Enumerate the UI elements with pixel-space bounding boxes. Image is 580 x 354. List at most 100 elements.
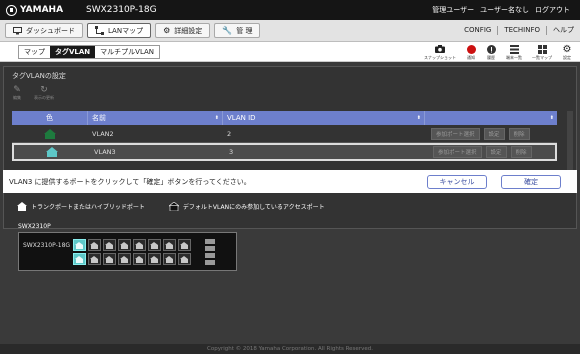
vlan-color-icon [44,128,56,139]
port-legend: トランクポートまたはハイブリッドポート デフォルトVLANにのみ参加しているアク… [17,202,325,211]
list-icon [509,44,519,54]
terminal-list-button[interactable]: 端末一覧 [506,44,522,61]
select-ports-button[interactable]: 参加ポート選択 [433,146,482,158]
user-links: 管理ユーザー ユーザー名なし ログアウト [432,5,580,15]
instruction-bar: VLAN3 に提供するポートをクリックして「確定」ボタンを行ってください。 キャ… [3,170,577,193]
column-actions: ⬍ [425,111,557,125]
legend-trunk-label: トランクポートまたはハイブリッドポート [31,204,145,211]
refresh-button[interactable]: ↻ 表示の更新 [34,85,54,101]
sfp-port-19[interactable] [205,253,215,258]
port-1[interactable] [73,239,86,251]
switch-model-label: SWX2310P [18,223,51,230]
vlan-table-header: 色 名前 ⬍ VLAN ID ⬍ ⬍ [12,111,557,125]
instruction-text: VLAN3 に提供するポートをクリックして「確定」ボタンを行ってください。 [9,177,251,186]
sort-icon: ⬍ [549,115,554,121]
cancel-button[interactable]: キャンセル [427,174,487,189]
settings-button[interactable]: ⚙ 設定 [562,44,572,61]
table-row[interactable]: VLAN2 2 参加ポート選択 設定 削除 [12,125,557,143]
trunk-port-icon [17,202,27,211]
column-color[interactable]: 色 [12,111,88,125]
port-4[interactable] [88,253,101,265]
port-10[interactable] [133,253,146,265]
column-vlan-id[interactable]: VLAN ID ⬍ [223,111,425,125]
refresh-icon: ↻ [40,85,48,95]
confirm-button[interactable]: 確定 [501,174,561,189]
vlan-settings-button[interactable]: 設定 [483,127,505,140]
port-11[interactable] [148,239,161,251]
notification-button[interactable]: 通知 [466,44,476,61]
subtab-tagvlan[interactable]: タグVLAN [50,45,96,58]
port-7[interactable] [118,239,131,251]
sort-icon: ⬍ [416,115,421,121]
access-port-icon [168,202,179,211]
logout-link[interactable]: ログアウト [535,5,570,15]
lanmap-subtabs: マップ タグVLAN マルチプルVLAN [18,44,161,59]
port-grid [73,239,192,266]
vlan-name: VLAN3 [94,148,116,156]
snapshot-button[interactable]: スナップショット [424,44,456,61]
port-9[interactable] [133,239,146,251]
column-name[interactable]: 名前 ⬍ [88,111,223,125]
info-icon [486,44,496,54]
switch-faceplate: SWX2310P-18G [18,232,237,271]
grid-icon [537,44,547,54]
edit-button[interactable]: ✎ 編集 [12,85,22,101]
port-5[interactable] [103,239,116,251]
yamaha-logo: YAMAHA [0,4,72,16]
vlan-delete-button[interactable]: 削除 [510,146,532,158]
config-link[interactable]: CONFIG [458,26,497,35]
switch-name: SWX2310P-18G [23,242,71,249]
table-row[interactable]: VLAN3 3 参加ポート選択 設定 削除 [12,143,557,161]
port-14[interactable] [163,253,176,265]
sfp-ports [205,239,217,266]
content-area: タグVLANの設定 ✎ 編集 ↻ 表示の更新 色 名前 ⬍ VLAN ID ⬍ ⬍ [3,62,577,344]
monitor-icon [13,26,22,34]
port-2[interactable] [73,253,86,265]
sfp-port-17[interactable] [205,239,215,244]
port-13[interactable] [163,239,176,251]
edit-icon: ✎ [13,85,21,95]
subtab-map[interactable]: マップ [19,45,50,58]
device-model: SWX2310P-18G [86,5,157,15]
vlan-delete-button[interactable]: 削除 [508,127,530,140]
help-link[interactable]: ヘルプ [546,26,580,35]
panel-tools: ✎ 編集 ↻ 表示の更新 [12,85,54,101]
wrench-icon: 🔧 [222,26,233,35]
subtab-multiple-vlan[interactable]: マルチプルVLAN [95,45,160,58]
legend-access-label: デフォルトVLANにのみ参加しているアクセスポート [182,204,325,211]
sfp-port-20[interactable] [205,260,215,265]
techinfo-link[interactable]: TECHINFO [497,26,546,35]
tab-lanmap[interactable]: LANマップ [87,23,152,38]
panel-title: タグVLANの設定 [12,72,66,80]
tab-advanced-settings[interactable]: ⚙ 詳細設定 [155,23,211,38]
copyright-footer: Copyright © 2018 Yamaha Corporation. All… [0,344,580,354]
port-16[interactable] [178,253,191,265]
port-12[interactable] [148,253,161,265]
lanmap-icon [95,26,104,35]
alert-icon [466,44,476,54]
admin-user-link[interactable]: 管理ユーザー [432,5,474,15]
gear-icon: ⚙ [562,43,572,55]
port-3[interactable] [88,239,101,251]
sub-toolbar: マップ タグVLAN マルチプルVLAN スナップショット 通知 履歴 端末一覧… [0,42,580,62]
username-label: ユーザー名なし [480,6,529,14]
yamaha-emblem-icon [6,4,17,16]
port-8[interactable] [118,253,131,265]
select-ports-button[interactable]: 参加ポート選択 [431,127,480,140]
vlan-settings-button[interactable]: 設定 [485,146,507,158]
gear-icon: ⚙ [163,26,171,35]
port-6[interactable] [103,253,116,265]
tab-management[interactable]: 🔧 管 理 [214,23,261,38]
history-button[interactable]: 履歴 [486,44,496,61]
list-map-button[interactable]: 一覧マップ [532,44,552,61]
tab-dashboard[interactable]: ダッシュボード [5,23,83,38]
camera-icon [435,44,445,54]
vlan-color-icon [46,147,58,157]
nav-right-links: CONFIG TECHINFO ヘルプ [458,20,580,42]
vlan-name: VLAN2 [92,129,114,138]
port-15[interactable] [178,239,191,251]
top-bar: YAMAHA SWX2310P-18G 管理ユーザー ユーザー名なし ログアウト [0,0,580,20]
sfp-port-18[interactable] [205,246,215,251]
toolbar-tools: スナップショット 通知 履歴 端末一覧 一覧マップ ⚙ 設定 [424,44,580,61]
vlan-table: 色 名前⬍ VLAN ID⬍ ⬍ VLAN2 2 参加ポート選択 設定 削除 [12,111,557,161]
